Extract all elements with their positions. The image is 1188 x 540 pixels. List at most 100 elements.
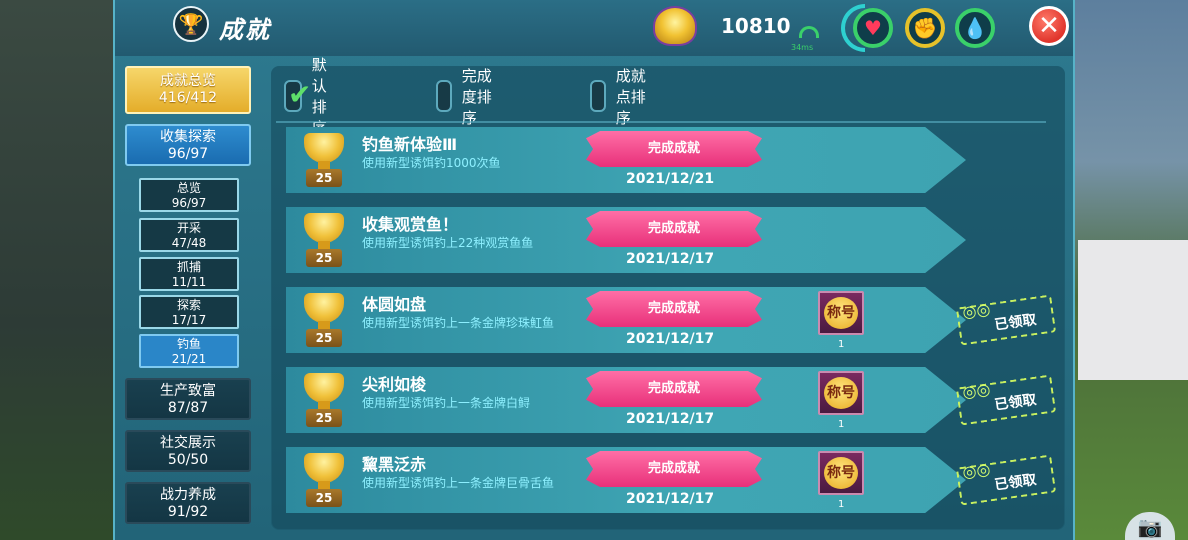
strength-icon[interactable]: ✊ <box>905 8 945 48</box>
achievement-points: 25 <box>306 409 342 427</box>
claimed-icon: ◎◎ <box>961 299 992 322</box>
sort-default[interactable]: ✔ 默认排序 <box>284 56 341 137</box>
sort-checkbox[interactable] <box>590 80 606 112</box>
sub-item-overview[interactable]: 总览 96/97 <box>139 178 239 212</box>
claimed-stamp: ◎◎ 已领取 <box>955 374 1057 426</box>
sub-item-explore[interactable]: 探索 17/17 <box>139 295 239 329</box>
achievement-name: 体圆如盘 <box>362 295 427 314</box>
achievement-date: 2021/12/17 <box>626 251 715 267</box>
close-button[interactable]: ✕ <box>1029 6 1069 46</box>
sub-item-label: 抓捕 <box>176 260 201 274</box>
category-social[interactable]: 社交展示 50/50 <box>125 430 251 472</box>
achievement-name: 尖利如梭 <box>362 375 427 394</box>
sort-checkbox[interactable] <box>436 80 452 112</box>
sub-item-count: 21/21 <box>171 352 207 366</box>
sub-item-label: 总览 <box>176 181 201 195</box>
achievement-date: 2021/12/17 <box>626 331 715 347</box>
sub-item-label: 钓鱼 <box>176 337 201 351</box>
sort-label: 成就点排序 <box>615 66 646 127</box>
claimed-icon: ◎◎ <box>961 379 992 402</box>
category-power[interactable]: 战力养成 91/92 <box>125 482 251 524</box>
trophy-cup <box>304 453 344 483</box>
water-drop-icon[interactable]: 💧 <box>955 8 995 48</box>
category-count: 87/87 <box>167 400 209 416</box>
sub-item-count: 11/11 <box>171 275 207 289</box>
category-label: 战力养成 <box>160 487 216 503</box>
achievement-points: 25 <box>306 249 342 267</box>
title-reward-badge[interactable]: 称号 <box>818 451 864 495</box>
trophy-icon: 25 <box>300 373 348 427</box>
title-reward-badge[interactable]: 称号 <box>818 371 864 415</box>
title-reward-count: 1 <box>838 419 845 430</box>
title-reward-label: 称号 <box>824 297 858 329</box>
trophy-cup <box>304 213 344 243</box>
achievement-desc: 使用新型诱饵钓上22种观赏鱼鱼 <box>362 236 534 250</box>
sort-points[interactable]: 成就点排序 <box>590 67 647 127</box>
achievement-list-area: ✔ 默认排序 完成度排序 成就点排序 25 钓鱼新体验Ⅲ 使用新型诱饵钓1000… <box>271 56 1065 530</box>
sort-checkbox[interactable]: ✔ <box>284 78 311 112</box>
category-label: 收集探索 <box>160 129 216 145</box>
category-label: 生产致富 <box>160 383 216 399</box>
claimed-stamp: ◎◎ 已领取 <box>955 294 1057 346</box>
title-reward-label: 称号 <box>824 377 858 409</box>
sub-item-count: 47/48 <box>171 236 207 250</box>
status-ribbon: 完成成就 <box>586 131 762 167</box>
title-reward-label: 称号 <box>824 457 858 489</box>
title-reward-count: 1 <box>838 339 845 350</box>
achievement-desc: 使用新型诱饵钓上一条金牌珍珠魟鱼 <box>362 316 555 330</box>
category-production[interactable]: 生产致富 87/87 <box>125 378 251 420</box>
category-count: 91/92 <box>167 504 209 520</box>
achievement-panel: 🏆 成就 10810 34ms ♥ ✊ 💧 ✕ 成就总览 416/412 收集探… <box>113 0 1075 540</box>
coin-chest-icon[interactable] <box>653 6 697 46</box>
page-title: 成就 <box>219 16 271 44</box>
category-count: 50/50 <box>167 452 209 468</box>
overview-button[interactable]: 成就总览 416/412 <box>125 66 251 114</box>
trophy-cup <box>304 373 344 403</box>
sub-item-capture[interactable]: 抓捕 11/11 <box>139 257 239 291</box>
sub-item-label: 开采 <box>176 221 201 235</box>
achievement-row[interactable]: 25 体圆如盘 使用新型诱饵钓上一条金牌珍珠魟鱼 完成成就 2021/12/17… <box>286 287 1064 357</box>
achievement-row[interactable]: 25 尖利如梭 使用新型诱饵钓上一条金牌白鲟 完成成就 2021/12/17 称… <box>286 367 1064 437</box>
trophy-cup <box>304 133 344 163</box>
category-count: 96/97 <box>167 146 209 162</box>
heart-icon[interactable]: ♥ <box>853 8 893 48</box>
sub-item-fishing[interactable]: 钓鱼 21/21 <box>139 334 239 368</box>
achievement-name: 黧黑泛赤 <box>362 455 427 474</box>
divider <box>276 121 1046 123</box>
achievement-points: 25 <box>306 489 342 507</box>
category-label: 社交展示 <box>160 435 216 451</box>
achievement-date: 2021/12/21 <box>626 171 715 187</box>
claimed-label: 已领取 <box>993 391 1038 414</box>
coin-value: 10810 <box>721 14 791 38</box>
status-ribbon: 完成成就 <box>586 291 762 327</box>
achievement-name: 收集观赏鱼！ <box>362 215 459 234</box>
trophy-cup <box>304 293 344 323</box>
trophy-icon: 25 <box>300 133 348 187</box>
claimed-icon: ◎◎ <box>961 459 992 482</box>
category-collect-explore[interactable]: 收集探索 96/97 <box>125 124 251 166</box>
claimed-stamp: ◎◎ 已领取 <box>955 454 1057 506</box>
status-ribbon: 完成成就 <box>586 451 762 487</box>
sub-item-count: 17/17 <box>171 313 207 327</box>
claimed-label: 已领取 <box>993 471 1038 494</box>
trophy-icon: 25 <box>300 213 348 267</box>
claimed-label: 已领取 <box>993 311 1038 334</box>
sub-item-mining[interactable]: 开采 47/48 <box>139 218 239 252</box>
achievement-desc: 使用新型诱饵钓1000次鱼 <box>362 156 501 170</box>
achievement-row[interactable]: 25 钓鱼新体验Ⅲ 使用新型诱饵钓1000次鱼 完成成就 2021/12/21 <box>286 127 1064 197</box>
sort-completion[interactable]: 完成度排序 <box>436 67 493 127</box>
sub-item-count: 96/97 <box>171 196 207 210</box>
achievement-row[interactable]: 25 黧黑泛赤 使用新型诱饵钓上一条金牌巨骨舌鱼 完成成就 2021/12/17… <box>286 447 1064 517</box>
title-reward-count: 1 <box>838 499 845 510</box>
achievement-row[interactable]: 25 收集观赏鱼！ 使用新型诱饵钓上22种观赏鱼鱼 完成成就 2021/12/1… <box>286 207 1064 277</box>
trophy-icon: 🏆 <box>173 6 209 42</box>
overview-label: 成就总览 <box>160 73 216 89</box>
sub-item-label: 探索 <box>176 298 201 312</box>
achievement-name: 钓鱼新体验Ⅲ <box>362 135 458 154</box>
title-reward-badge[interactable]: 称号 <box>818 291 864 335</box>
title-bar: 🏆 成就 10810 34ms ♥ ✊ 💧 ✕ <box>115 0 1073 56</box>
overview-count: 416/412 <box>158 90 218 106</box>
status-ribbon: 完成成就 <box>586 371 762 407</box>
sort-label: 完成度排序 <box>461 66 492 127</box>
trophy-icon: 25 <box>300 453 348 507</box>
